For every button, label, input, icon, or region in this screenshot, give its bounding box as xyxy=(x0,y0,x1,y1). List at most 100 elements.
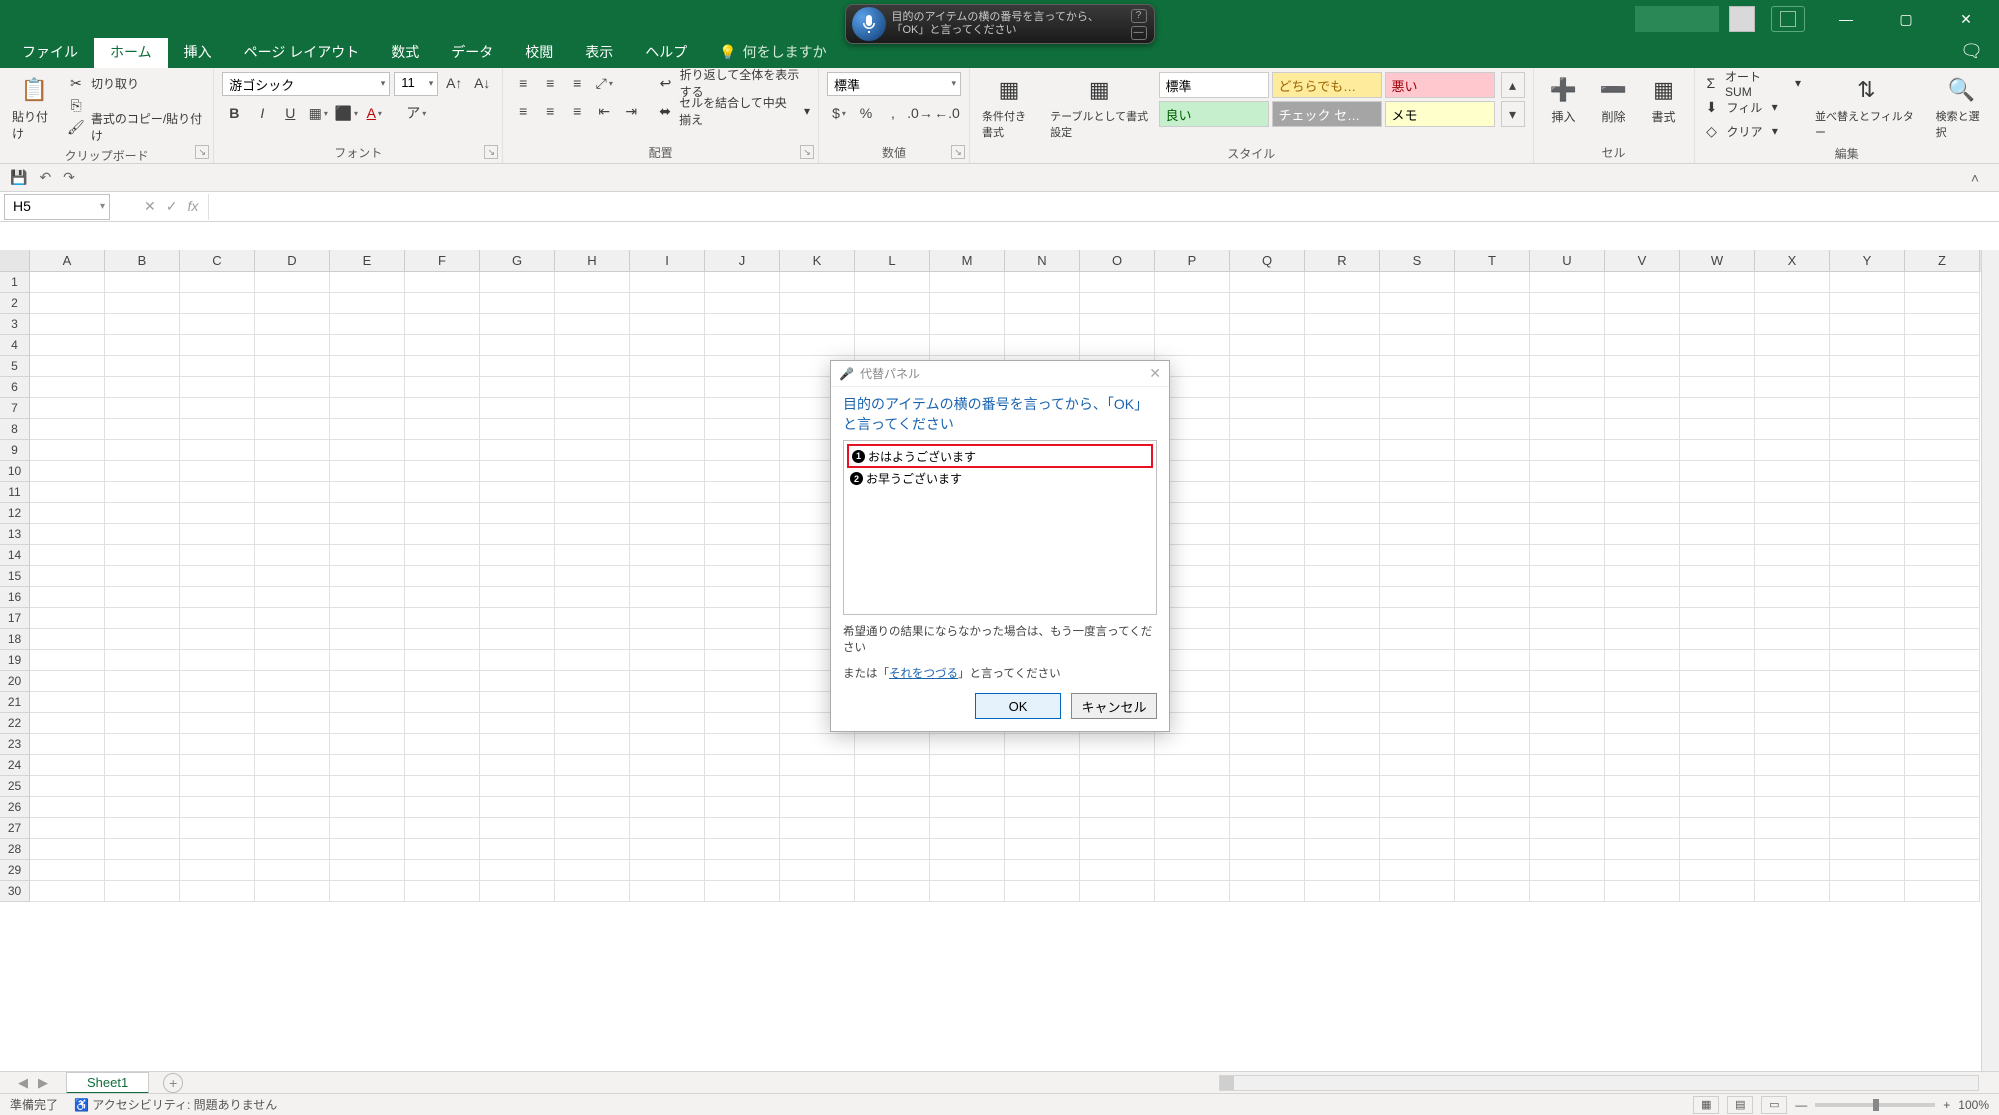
cell[interactable] xyxy=(630,293,705,314)
cell[interactable] xyxy=(1605,335,1680,356)
cell[interactable] xyxy=(30,398,105,419)
cell[interactable] xyxy=(180,503,255,524)
row-header-28[interactable]: 28 xyxy=(0,839,30,860)
cell[interactable] xyxy=(105,545,180,566)
select-all-corner[interactable] xyxy=(0,250,30,272)
cell[interactable] xyxy=(405,377,480,398)
cell[interactable] xyxy=(1005,755,1080,776)
cell[interactable] xyxy=(630,524,705,545)
cell[interactable] xyxy=(1830,314,1905,335)
cell[interactable] xyxy=(255,503,330,524)
cell[interactable] xyxy=(30,608,105,629)
cell[interactable] xyxy=(1530,272,1605,293)
name-box[interactable]: H5▾ xyxy=(4,194,110,220)
cell[interactable] xyxy=(1455,755,1530,776)
cell[interactable] xyxy=(555,839,630,860)
cell[interactable] xyxy=(555,671,630,692)
cell[interactable] xyxy=(1755,650,1830,671)
cell[interactable] xyxy=(1605,314,1680,335)
cell[interactable] xyxy=(180,587,255,608)
row-header-9[interactable]: 9 xyxy=(0,440,30,461)
cell[interactable] xyxy=(180,734,255,755)
cell[interactable] xyxy=(480,734,555,755)
formula-input[interactable] xyxy=(208,194,1999,220)
cell[interactable] xyxy=(630,587,705,608)
zoom-out-icon[interactable]: — xyxy=(1795,1098,1807,1112)
cell[interactable] xyxy=(480,335,555,356)
cell[interactable] xyxy=(1830,650,1905,671)
cell[interactable] xyxy=(105,482,180,503)
cell[interactable] xyxy=(1530,650,1605,671)
cell[interactable] xyxy=(255,482,330,503)
cell[interactable] xyxy=(30,482,105,503)
align-middle-icon[interactable]: ≡ xyxy=(538,72,562,94)
cell[interactable] xyxy=(1380,461,1455,482)
cell[interactable] xyxy=(480,314,555,335)
cell[interactable] xyxy=(705,671,780,692)
cell[interactable] xyxy=(1905,377,1980,398)
cell[interactable] xyxy=(1680,566,1755,587)
cell[interactable] xyxy=(1230,440,1305,461)
cell[interactable] xyxy=(1380,587,1455,608)
cell[interactable] xyxy=(1755,419,1830,440)
cell[interactable] xyxy=(1005,734,1080,755)
cell[interactable] xyxy=(480,377,555,398)
cell[interactable] xyxy=(1380,734,1455,755)
cell[interactable] xyxy=(405,356,480,377)
cell[interactable] xyxy=(1830,461,1905,482)
cell[interactable] xyxy=(1530,482,1605,503)
cell[interactable] xyxy=(930,755,1005,776)
cell[interactable] xyxy=(180,839,255,860)
cell[interactable] xyxy=(555,503,630,524)
cell[interactable] xyxy=(330,356,405,377)
cell[interactable] xyxy=(180,608,255,629)
cell[interactable] xyxy=(1080,335,1155,356)
cell[interactable] xyxy=(1230,734,1305,755)
cell[interactable] xyxy=(1230,608,1305,629)
font-size-select[interactable]: 11▾ xyxy=(394,72,438,96)
cell[interactable] xyxy=(1680,629,1755,650)
cell[interactable] xyxy=(555,755,630,776)
cell[interactable] xyxy=(630,503,705,524)
percent-icon[interactable]: % xyxy=(854,102,878,124)
cell[interactable] xyxy=(1755,713,1830,734)
cell[interactable] xyxy=(1755,629,1830,650)
cell[interactable] xyxy=(1305,272,1380,293)
cell[interactable] xyxy=(1605,503,1680,524)
row-header-17[interactable]: 17 xyxy=(0,608,30,629)
cell[interactable] xyxy=(180,377,255,398)
cell[interactable] xyxy=(105,566,180,587)
cell[interactable] xyxy=(1230,335,1305,356)
cell[interactable] xyxy=(555,293,630,314)
cell[interactable] xyxy=(555,335,630,356)
cell[interactable] xyxy=(1455,314,1530,335)
increase-indent-icon[interactable]: ⇥ xyxy=(619,100,643,122)
view-pagelayout-icon[interactable]: ▤ xyxy=(1727,1096,1753,1114)
cell[interactable] xyxy=(30,671,105,692)
cell[interactable] xyxy=(1830,881,1905,902)
align-launcher[interactable]: ↘ xyxy=(800,145,814,159)
cell[interactable] xyxy=(705,629,780,650)
cell[interactable] xyxy=(330,860,405,881)
cell[interactable] xyxy=(555,524,630,545)
cell[interactable] xyxy=(480,839,555,860)
fill-button[interactable]: ⬇フィル ▾ xyxy=(1703,96,1801,118)
cell[interactable] xyxy=(555,650,630,671)
cell[interactable] xyxy=(705,776,780,797)
cell[interactable] xyxy=(480,545,555,566)
cell[interactable] xyxy=(1905,608,1980,629)
cell[interactable] xyxy=(30,440,105,461)
cell[interactable] xyxy=(1230,524,1305,545)
cell[interactable] xyxy=(1755,860,1830,881)
cell[interactable] xyxy=(1305,734,1380,755)
cell[interactable] xyxy=(405,860,480,881)
cell[interactable] xyxy=(855,272,930,293)
cell[interactable] xyxy=(705,818,780,839)
view-pagebreak-icon[interactable]: ▭ xyxy=(1761,1096,1787,1114)
cell[interactable] xyxy=(480,440,555,461)
cell[interactable] xyxy=(705,377,780,398)
cell[interactable] xyxy=(930,314,1005,335)
cell[interactable] xyxy=(255,629,330,650)
row-header-5[interactable]: 5 xyxy=(0,356,30,377)
cell[interactable] xyxy=(1530,608,1605,629)
